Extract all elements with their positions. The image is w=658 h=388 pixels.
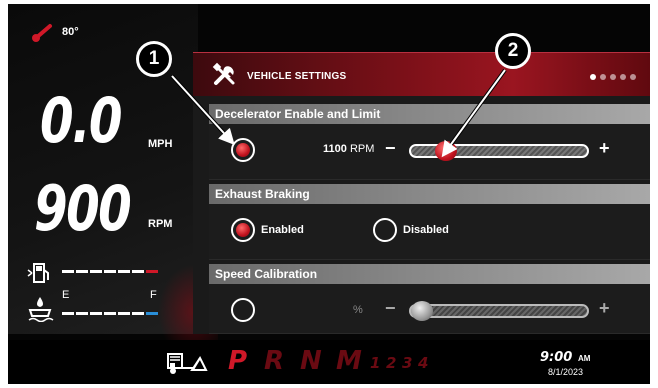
vehicle-display: 80° 0.0 MPH 900 RPM E F VEHICLE SETTINGS… — [8, 4, 650, 384]
callout-2: 2 — [495, 33, 531, 69]
callout-leaders — [170, 68, 507, 158]
callout-1: 1 — [136, 41, 172, 77]
